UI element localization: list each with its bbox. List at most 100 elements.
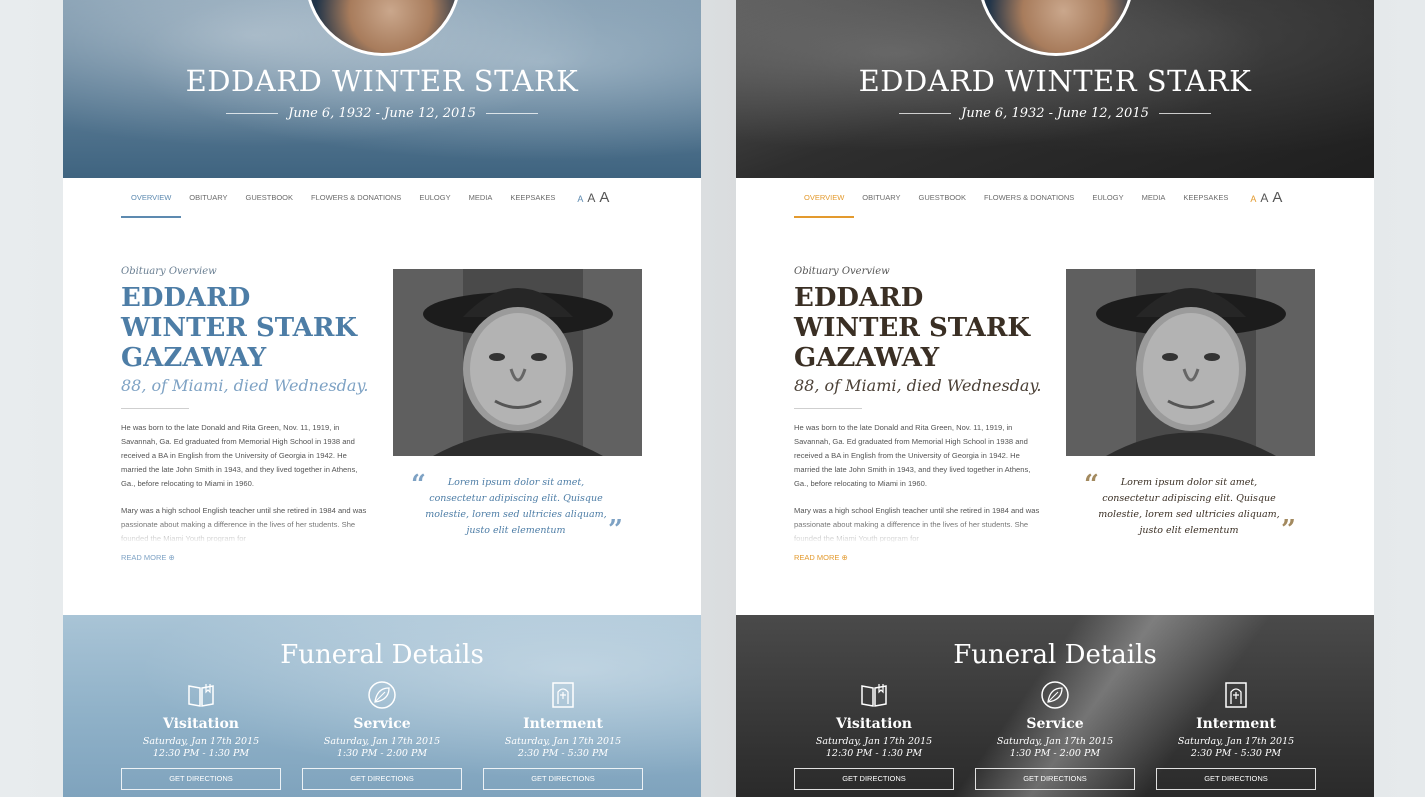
hero-dates-row: June 6, 1932 - June 12, 2015 [736, 106, 1374, 121]
overview-paragraph: He was born to the late Donald and Rita … [121, 423, 358, 488]
get-directions-button[interactable]: GET DIRECTIONS [483, 768, 643, 790]
font-size-controls: A A A [1250, 185, 1282, 206]
hero-dates-row: June 6, 1932 - June 12, 2015 [63, 106, 701, 121]
memorial-page-blue: EDDARD WINTER STARK June 6, 1932 - June … [63, 0, 701, 797]
avatar [305, 0, 461, 56]
headstone-icon [1225, 682, 1247, 708]
tab-keepsakes[interactable]: KEEPSAKES [510, 185, 555, 218]
divider [226, 113, 279, 114]
read-more-link[interactable]: READ MORE ⊕ [794, 553, 848, 562]
font-size-medium-button[interactable]: A [587, 191, 595, 205]
hero-banner: EDDARD WINTER STARK June 6, 1932 - June … [736, 0, 1374, 178]
circle-arrow-icon: ⊕ [168, 553, 175, 562]
text-fade [794, 520, 1054, 544]
get-directions-button[interactable]: GET DIRECTIONS [975, 768, 1135, 790]
event-name: Visitation [163, 716, 239, 732]
read-more-label: READ MORE [794, 553, 840, 562]
overview-label: Obituary Overview [121, 266, 217, 277]
service-card: Service Saturday, Jan 17th 2015 1:30 PM … [302, 680, 462, 790]
hero-name: EDDARD WINTER STARK [185, 64, 579, 98]
divider [794, 408, 862, 409]
event-time: 2:30 PM - 5:30 PM [517, 748, 609, 759]
get-directions-button[interactable]: GET DIRECTIONS [794, 768, 954, 790]
funeral-details-section: Funeral Details Visitation Saturday, Jan… [736, 615, 1374, 797]
interment-card: Interment Saturday, Jan 17th 2015 2:30 P… [483, 680, 643, 790]
circle-arrow-icon: ⊕ [841, 553, 848, 562]
tab-flowers-donations[interactable]: FLOWERS & DONATIONS [984, 185, 1074, 218]
service-card: Service Saturday, Jan 17th 2015 1:30 PM … [975, 680, 1135, 790]
divider [899, 113, 952, 114]
font-size-medium-button[interactable]: A [1260, 191, 1268, 205]
main-nav: OVERVIEW OBITUARY GUESTBOOK FLOWERS & DO… [121, 185, 609, 219]
tab-media[interactable]: MEDIA [469, 185, 493, 218]
tab-guestbook[interactable]: GUESTBOOK [246, 185, 294, 218]
event-date: Saturday, Jan 17th 2015 [815, 736, 933, 747]
tab-keepsakes[interactable]: KEEPSAKES [1183, 185, 1228, 218]
overview-paragraph: He was born to the late Donald and Rita … [794, 423, 1031, 488]
text-fade [121, 520, 381, 544]
funeral-details-section: Funeral Details Visitation Saturday, Jan… [63, 615, 701, 797]
tab-obituary[interactable]: OBITUARY [189, 185, 227, 218]
event-time: 2:30 PM - 5:30 PM [1190, 748, 1282, 759]
quote-open-icon: “ [411, 470, 426, 500]
event-date: Saturday, Jan 17th 2015 [504, 736, 622, 747]
tab-eulogy[interactable]: EULOGY [1092, 185, 1123, 218]
divider [485, 113, 538, 114]
tab-guestbook[interactable]: GUESTBOOK [919, 185, 967, 218]
tab-overview[interactable]: OVERVIEW [121, 185, 182, 218]
book-icon [861, 684, 887, 707]
read-more-link[interactable]: READ MORE ⊕ [121, 553, 175, 562]
hero-banner: EDDARD WINTER STARK June 6, 1932 - June … [63, 0, 701, 178]
visitation-card: Visitation Saturday, Jan 17th 2015 12:30… [794, 680, 954, 790]
event-name: Visitation [836, 716, 912, 732]
event-name: Service [353, 716, 411, 732]
divider [121, 408, 189, 409]
font-size-small-button[interactable]: A [577, 194, 583, 204]
font-size-large-button[interactable]: A [1272, 189, 1282, 206]
event-time: 12:30 PM - 1:30 PM [152, 748, 250, 759]
event-name: Interment [523, 716, 603, 732]
main-nav: OVERVIEW OBITUARY GUESTBOOK FLOWERS & DO… [794, 185, 1282, 219]
quote-open-icon: “ [1084, 470, 1099, 500]
overview-label: Obituary Overview [794, 266, 890, 277]
funeral-details-title: Funeral Details [280, 640, 484, 670]
portrait-photo [393, 269, 642, 456]
tab-overview[interactable]: OVERVIEW [794, 185, 855, 218]
tab-obituary[interactable]: OBITUARY [862, 185, 900, 218]
tab-flowers-donations[interactable]: FLOWERS & DONATIONS [311, 185, 401, 218]
event-date: Saturday, Jan 17th 2015 [323, 736, 441, 747]
overview-title: EDDARD WINTER STARK GAZAWAY [121, 283, 358, 373]
event-date: Saturday, Jan 17th 2015 [1177, 736, 1295, 747]
avatar [978, 0, 1134, 56]
event-time: 1:30 PM - 2:00 PM [336, 748, 428, 759]
quote-close-icon: ” [608, 515, 623, 545]
hero-name: EDDARD WINTER STARK [858, 64, 1252, 98]
quote-close-icon: ” [1281, 515, 1296, 545]
leaf-icon [368, 681, 396, 709]
headstone-icon [552, 682, 574, 708]
overview-subtitle: 88, of Miami, died Wednesday. [794, 376, 1042, 395]
get-directions-button[interactable]: GET DIRECTIONS [302, 768, 462, 790]
quote-text: Lorem ipsum dolor sit amet, consectetur … [1098, 477, 1280, 536]
leaf-icon [1041, 681, 1069, 709]
hero-dates: June 6, 1932 - June 12, 2015 [961, 106, 1149, 121]
font-size-large-button[interactable]: A [599, 189, 609, 206]
memorial-page-dark: EDDARD WINTER STARK June 6, 1932 - June … [736, 0, 1374, 797]
funeral-details-title: Funeral Details [953, 640, 1157, 670]
overview-title: EDDARD WINTER STARK GAZAWAY [794, 283, 1031, 373]
read-more-label: READ MORE [121, 553, 167, 562]
divider [1158, 113, 1211, 114]
event-time: 12:30 PM - 1:30 PM [825, 748, 923, 759]
get-directions-button[interactable]: GET DIRECTIONS [1156, 768, 1316, 790]
tab-eulogy[interactable]: EULOGY [419, 185, 450, 218]
event-time: 1:30 PM - 2:00 PM [1009, 748, 1101, 759]
tab-media[interactable]: MEDIA [1142, 185, 1166, 218]
font-size-controls: A A A [577, 185, 609, 206]
visitation-card: Visitation Saturday, Jan 17th 2015 12:30… [121, 680, 281, 790]
interment-card: Interment Saturday, Jan 17th 2015 2:30 P… [1156, 680, 1316, 790]
book-icon [188, 684, 214, 707]
font-size-small-button[interactable]: A [1250, 194, 1256, 204]
get-directions-button[interactable]: GET DIRECTIONS [121, 768, 281, 790]
event-date: Saturday, Jan 17th 2015 [142, 736, 260, 747]
overview-subtitle: 88, of Miami, died Wednesday. [121, 376, 369, 395]
